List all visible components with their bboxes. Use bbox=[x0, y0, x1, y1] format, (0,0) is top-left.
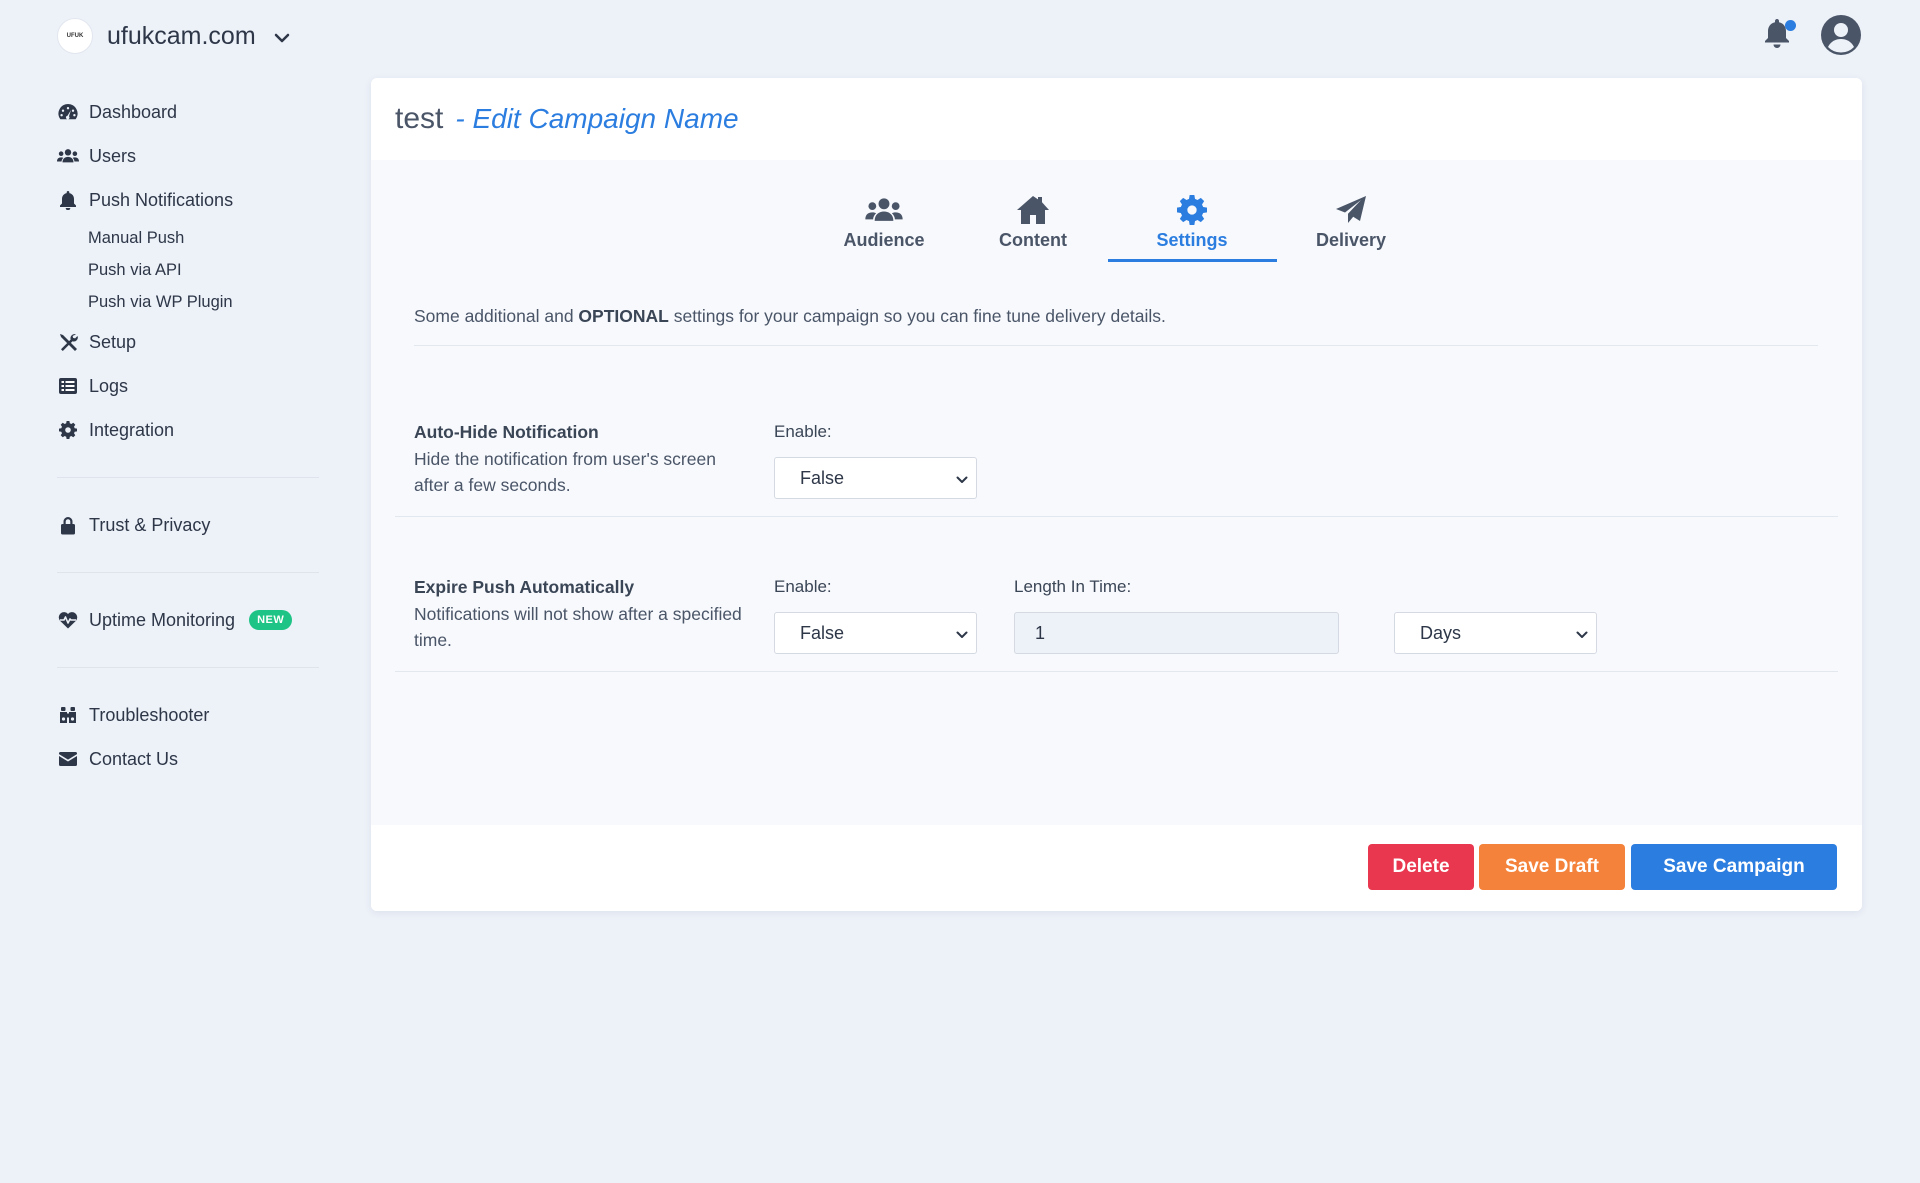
chevron-down-icon bbox=[274, 33, 290, 43]
list-icon bbox=[57, 375, 79, 397]
auto-hide-row: Auto-Hide Notification Hide the notifica… bbox=[395, 358, 1838, 517]
sidebar-item-label: Trust & Privacy bbox=[89, 514, 211, 535]
length-in-time-label: Length In Time: bbox=[1014, 577, 1132, 596]
users-icon bbox=[57, 145, 79, 167]
gear-icon bbox=[57, 419, 79, 441]
expire-row: Expire Push Automatically Notifications … bbox=[395, 517, 1838, 672]
auto-hide-enable-label: Enable: bbox=[774, 422, 832, 441]
sidebar-subitem-manual-push[interactable]: Manual Push bbox=[57, 222, 319, 254]
new-badge: NEW bbox=[249, 610, 293, 630]
expire-enable-select[interactable]: False bbox=[774, 612, 977, 654]
heartbeat-icon bbox=[57, 609, 79, 631]
sidebar-item-label: Users bbox=[89, 145, 137, 166]
user-avatar-icon[interactable] bbox=[1820, 14, 1862, 56]
notifications-button[interactable] bbox=[1762, 17, 1796, 53]
campaign-header: test - Edit Campaign Name bbox=[371, 78, 1862, 160]
dashboard-icon bbox=[57, 101, 79, 123]
sidebar-item-integration[interactable]: Integration bbox=[57, 408, 319, 452]
users-icon bbox=[865, 194, 903, 226]
sidebar-divider bbox=[57, 667, 319, 668]
sidebar-item-label: Setup bbox=[89, 331, 137, 352]
tab-label: Content bbox=[999, 230, 1067, 250]
auto-hide-title: Auto-Hide Notification bbox=[414, 422, 599, 442]
chevron-down-icon bbox=[956, 623, 968, 644]
campaign-name: test bbox=[395, 102, 444, 135]
sidebar-item-label: Uptime Monitoring bbox=[89, 609, 236, 630]
sidebar-subitem-push-via-api[interactable]: Push via API bbox=[57, 254, 319, 286]
binoculars-icon bbox=[57, 704, 79, 726]
envelope-icon bbox=[57, 748, 79, 770]
site-logo: UFUK bbox=[57, 18, 93, 54]
sidebar-item-label: Troubleshooter bbox=[89, 704, 210, 725]
sidebar-item-trust-privacy[interactable]: Trust & Privacy bbox=[57, 503, 319, 547]
lock-icon bbox=[57, 514, 79, 536]
campaign-footer: Delete Save Draft Save Campaign bbox=[371, 825, 1862, 911]
auto-hide-enable-select[interactable]: False bbox=[774, 457, 977, 499]
select-value: False bbox=[800, 467, 845, 488]
sidebar-item-dashboard[interactable]: Dashboard bbox=[57, 90, 319, 134]
input-value: 1 bbox=[1035, 622, 1046, 643]
intro-text: Some additional and bbox=[414, 306, 579, 326]
delete-button[interactable]: Delete bbox=[1368, 844, 1474, 890]
tab-content[interactable]: Content bbox=[959, 190, 1108, 262]
bell-icon bbox=[57, 189, 79, 211]
campaign-tabs: Audience Content Settings Delivery bbox=[371, 190, 1862, 262]
length-in-time-input[interactable]: 1 bbox=[1014, 612, 1339, 654]
settings-intro: Some additional and OPTIONAL settings fo… bbox=[414, 306, 1818, 346]
home-icon bbox=[1016, 194, 1050, 226]
sidebar-item-contact-us[interactable]: Contact Us bbox=[57, 737, 319, 781]
campaign-body: Audience Content Settings Delivery Some … bbox=[371, 160, 1862, 825]
tab-delivery[interactable]: Delivery bbox=[1277, 190, 1426, 262]
sidebar-item-uptime-monitoring[interactable]: Uptime Monitoring NEW bbox=[57, 598, 319, 642]
intro-optional: OPTIONAL bbox=[578, 306, 669, 326]
paper-plane-icon bbox=[1335, 194, 1367, 226]
site-switcher[interactable]: UFUK ufukcam.com bbox=[57, 18, 290, 54]
sidebar-item-label: Push Notifications bbox=[89, 189, 234, 210]
sidebar-item-label: Logs bbox=[89, 375, 129, 396]
expire-title: Expire Push Automatically bbox=[414, 577, 635, 597]
tab-settings[interactable]: Settings bbox=[1107, 190, 1277, 262]
tools-icon bbox=[57, 331, 79, 353]
chevron-down-icon bbox=[1576, 623, 1588, 644]
tab-label: Delivery bbox=[1315, 230, 1387, 250]
edit-campaign-name-link[interactable]: - Edit Campaign Name bbox=[455, 103, 738, 135]
sidebar-subitem-push-via-wp-plugin[interactable]: Push via WP Plugin bbox=[57, 286, 319, 318]
tab-label: Audience bbox=[843, 230, 925, 250]
chevron-down-icon bbox=[956, 468, 968, 489]
sidebar-item-push-notifications[interactable]: Push Notifications bbox=[57, 178, 319, 222]
auto-hide-description: Hide the notification from user's screen… bbox=[414, 449, 716, 495]
time-unit-select[interactable]: Days bbox=[1394, 612, 1597, 654]
notification-dot bbox=[1785, 20, 1796, 31]
expire-enable-label: Enable: bbox=[774, 577, 832, 596]
sidebar-item-troubleshooter[interactable]: Troubleshooter bbox=[57, 693, 319, 737]
site-name: ufukcam.com bbox=[107, 21, 256, 50]
sidebar-item-label: Contact Us bbox=[89, 748, 179, 769]
sidebar-item-users[interactable]: Users bbox=[57, 134, 319, 178]
sidebar-item-label: Integration bbox=[89, 419, 175, 440]
save-draft-button[interactable]: Save Draft bbox=[1479, 844, 1625, 890]
expire-description: Notifications will not show after a spec… bbox=[414, 604, 742, 650]
campaign-card: test - Edit Campaign Name Audience Conte… bbox=[371, 78, 1862, 911]
sidebar-item-label: Dashboard bbox=[89, 101, 178, 122]
sidebar: Dashboard Users Push Notifications Manua… bbox=[57, 90, 319, 781]
intro-text: settings for your campaign so you can fi… bbox=[668, 306, 1166, 326]
gear-icon bbox=[1177, 194, 1207, 226]
sidebar-item-logs[interactable]: Logs bbox=[57, 364, 319, 408]
sidebar-divider bbox=[57, 477, 319, 478]
sidebar-divider bbox=[57, 572, 319, 573]
tab-audience[interactable]: Audience bbox=[810, 190, 959, 262]
sidebar-item-setup[interactable]: Setup bbox=[57, 320, 319, 364]
select-value: False bbox=[800, 622, 845, 643]
save-campaign-button[interactable]: Save Campaign bbox=[1631, 844, 1837, 890]
tab-label: Settings bbox=[1156, 230, 1228, 250]
top-right-controls bbox=[1762, 14, 1862, 56]
select-value: Days bbox=[1420, 622, 1462, 643]
